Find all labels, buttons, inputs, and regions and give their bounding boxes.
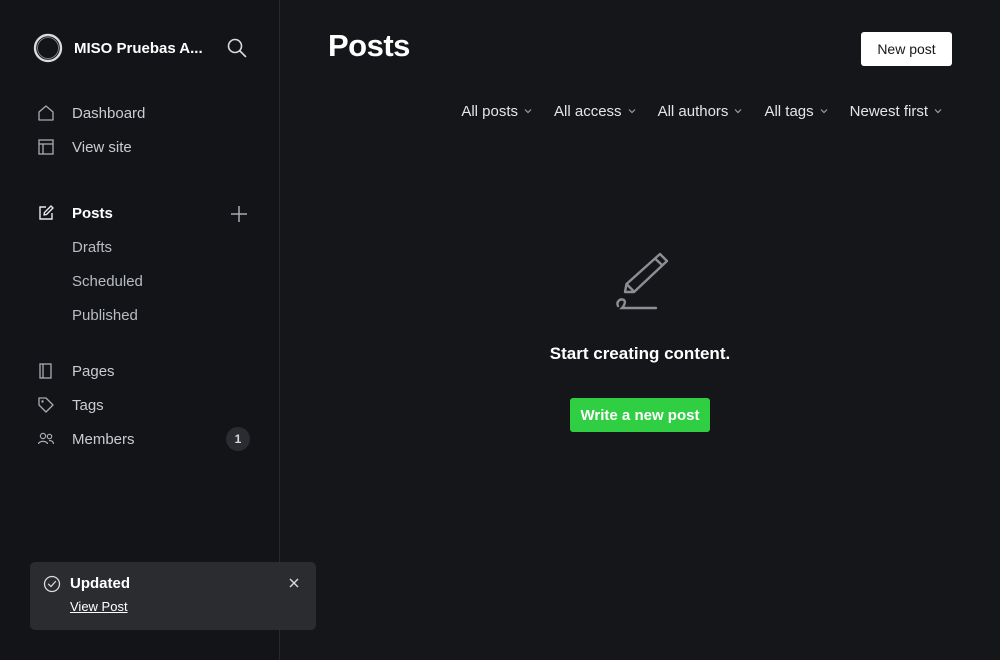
nav-pages[interactable]: Pages (36, 358, 252, 384)
view-post-link[interactable]: View Post (70, 599, 128, 614)
filter-bar: All posts All access All authors All tag… (461, 100, 942, 122)
close-icon[interactable] (287, 576, 301, 590)
pencil-square-icon (36, 203, 56, 223)
nav-members[interactable]: Members (36, 426, 252, 452)
filter-label: All tags (764, 102, 814, 120)
layout-icon (36, 137, 56, 157)
toast-notification: Updated View Post (30, 562, 316, 630)
search-icon[interactable] (226, 37, 248, 59)
home-icon (36, 103, 56, 123)
sidebar: MISO Pruebas A... Dashboard View site Po… (0, 0, 280, 660)
filter-authors[interactable]: All authors (658, 103, 743, 120)
site-name[interactable]: MISO Pruebas A... (74, 40, 210, 57)
chevron-down-icon (628, 109, 635, 114)
nav-tags[interactable]: Tags (36, 392, 252, 418)
filter-access[interactable]: All access (554, 103, 636, 120)
filter-type[interactable]: All posts (461, 103, 532, 120)
circle-logo-icon[interactable] (32, 32, 64, 64)
nav-drafts[interactable]: Drafts (72, 235, 112, 259)
empty-state-title: Start creating content. (549, 344, 731, 363)
tag-icon (36, 395, 56, 415)
new-post-button[interactable]: New post (861, 32, 952, 66)
filter-sort[interactable]: Newest first (850, 103, 942, 120)
chevron-down-icon (934, 109, 942, 114)
filter-label: Newest first (849, 102, 928, 120)
nav-label: View site (72, 138, 132, 156)
nav-label: Dashboard (72, 104, 146, 122)
pen-icon (616, 252, 669, 310)
brand: MISO Pruebas A... (32, 32, 252, 64)
filter-label: All authors (657, 102, 729, 120)
page-title: Posts (328, 28, 410, 63)
nav-posts[interactable]: Posts (36, 200, 252, 226)
chevron-down-icon (735, 109, 742, 114)
nav-dashboard[interactable]: Dashboard (36, 100, 252, 126)
nav-scheduled[interactable]: Scheduled (72, 269, 143, 293)
toast-title: Updated (70, 575, 130, 592)
nav-label: Members (72, 430, 135, 448)
nav-label: Posts (72, 204, 113, 222)
filter-tags[interactable]: All tags (764, 102, 828, 120)
filter-label: All posts (461, 102, 519, 120)
write-new-post-button[interactable]: Write a new post (570, 398, 710, 432)
members-icon (36, 429, 56, 449)
add-post-button[interactable] (228, 203, 250, 225)
nav-view-site[interactable]: View site (36, 134, 252, 160)
filter-label: All access (554, 102, 622, 120)
chevron-down-icon (524, 109, 532, 114)
nav-label: Pages (72, 362, 115, 380)
chevron-down-icon (820, 109, 828, 114)
nav-label: Tags (72, 396, 104, 414)
page-icon (36, 361, 56, 381)
members-count-badge: 1 (226, 427, 250, 451)
check-circle-icon (43, 575, 61, 593)
nav-published[interactable]: Published (72, 303, 138, 327)
